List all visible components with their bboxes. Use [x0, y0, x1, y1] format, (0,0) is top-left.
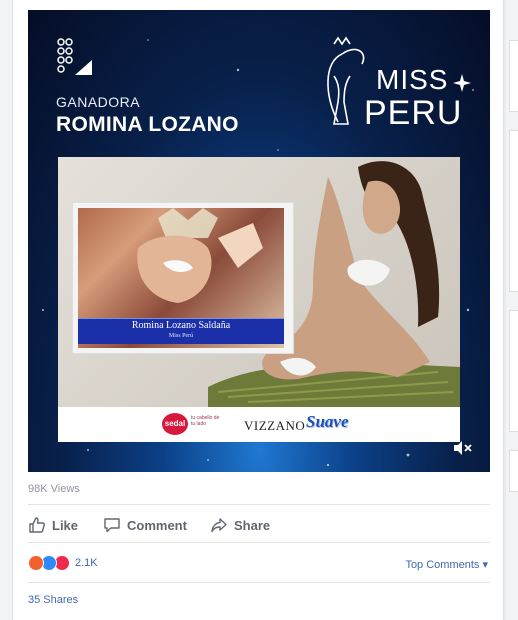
caption-subtitle: Miss Perú [168, 333, 194, 339]
divider [28, 542, 490, 543]
reaction-summary[interactable]: 2.1K [28, 555, 98, 571]
mute-icon[interactable] [453, 440, 473, 456]
brand-peru: PERU [364, 94, 463, 132]
sedal-tagline: tu cabello de tu lado [191, 415, 220, 427]
video-post-card: GANADORA ROMINA LOZANO MISS PERU Romina … [12, 0, 504, 620]
side-card [509, 310, 518, 432]
like-button[interactable]: Like [28, 515, 78, 535]
thumbs-up-icon [29, 517, 45, 533]
suave-logo: Suave [306, 412, 349, 431]
side-card [509, 450, 518, 492]
share-button[interactable]: Share [210, 515, 270, 535]
divider [28, 582, 490, 583]
caption-bar: Romina Lozano Saldaña Miss Perú [78, 318, 284, 344]
crowning-moment-image: Romina Lozano Saldaña Miss Perú [78, 208, 284, 348]
page-right-edge [506, 0, 518, 620]
sponsor-strip: sedal tu cabello de tu lado VIZZANO Suav… [58, 407, 460, 442]
view-count: 98K Views [28, 483, 80, 495]
comment-label: Comment [127, 517, 187, 533]
side-card [509, 40, 518, 112]
side-card [509, 130, 518, 292]
broadcaster-logo-icon [57, 38, 92, 75]
video-player[interactable]: GANADORA ROMINA LOZANO MISS PERU Romina … [28, 10, 490, 472]
reaction-count: 2.1K [75, 557, 98, 569]
top-comments-dropdown[interactable]: Top Comments ▾ [405, 558, 488, 571]
contestant-photo: Romina Lozano Saldaña Miss Perú [58, 157, 460, 442]
comment-button[interactable]: Comment [103, 515, 187, 535]
page-left-edge [0, 0, 12, 620]
inset-video-frame: Romina Lozano Saldaña Miss Perú [72, 202, 294, 354]
winner-label: GANADORA [56, 94, 141, 110]
divider [28, 504, 490, 505]
winner-name: ROMINA LOZANO [56, 113, 239, 136]
sedal-logo: sedal [162, 413, 188, 435]
share-label: Share [234, 517, 271, 533]
share-count-link[interactable]: 35 Shares [28, 594, 78, 606]
caption-name: Romina Lozano Saldaña [131, 320, 231, 331]
comment-icon [104, 518, 120, 533]
brand-miss: MISS [376, 64, 449, 95]
like-label: Like [52, 517, 79, 533]
vizzano-logo: VIZZANO [244, 418, 306, 433]
angry-reaction-icon [28, 555, 44, 571]
share-icon [211, 518, 227, 533]
